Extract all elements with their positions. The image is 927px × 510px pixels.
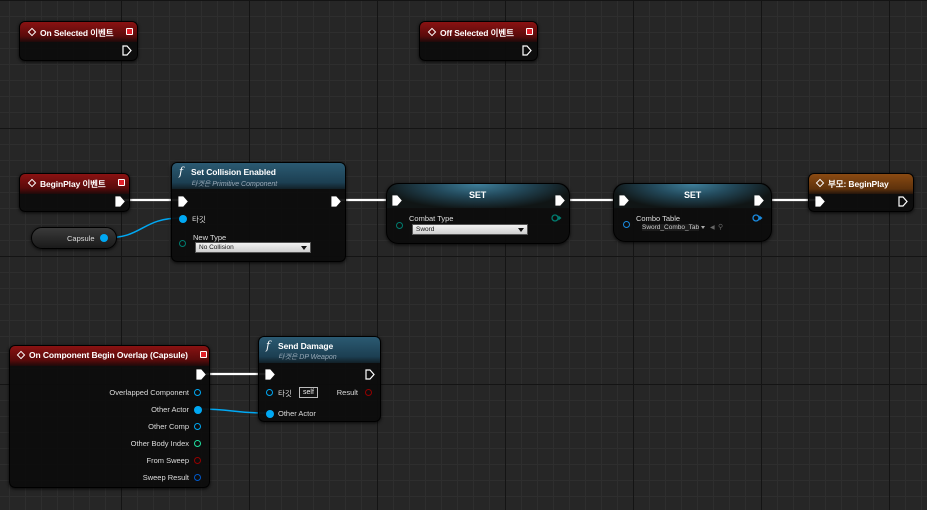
combo-table-in-pin[interactable] [623, 221, 630, 228]
other-body-index-label: Other Body Index [130, 439, 189, 448]
variable-label: Capsule [67, 234, 95, 243]
combat-type-dropdown[interactable]: Sword [412, 224, 528, 235]
other-actor-pin[interactable] [194, 406, 202, 414]
target-self-box[interactable]: self [299, 387, 318, 398]
other-actor-label: Other Actor [151, 405, 189, 414]
delegate-pin-icon[interactable] [126, 28, 133, 35]
sweep-result-pin[interactable] [194, 474, 201, 481]
result-label: Result [336, 388, 358, 397]
parent-beginplay-node[interactable]: 부모: BeginPlay [808, 173, 914, 212]
exec-in-pin[interactable] [392, 195, 402, 206]
exec-out-pin[interactable] [122, 45, 132, 56]
node-title: SET [469, 190, 487, 200]
exec-out-pin[interactable] [196, 369, 206, 380]
beginplay-event-node[interactable]: BeginPlay 이벤트 [19, 173, 130, 212]
set-combat-type-node[interactable]: SET Combat Type Sword [386, 183, 570, 244]
off-selected-event-node[interactable]: Off Selected 이벤트 [419, 21, 538, 61]
combat-type-value: Sword [416, 226, 435, 233]
exec-in-pin[interactable] [815, 196, 825, 207]
on-component-begin-overlap-node[interactable]: On Component Begin Overlap (Capsule) Ove… [9, 345, 210, 488]
exec-out-pin[interactable] [555, 195, 565, 206]
new-type-pin[interactable] [179, 240, 186, 247]
node-title: On Component Begin Overlap (Capsule) [29, 350, 188, 360]
function-icon: f [179, 165, 184, 178]
exec-in-pin[interactable] [265, 369, 275, 380]
combo-table-out-pin[interactable] [752, 214, 764, 222]
node-title: Send Damage [278, 341, 334, 351]
exec-out-pin[interactable] [331, 196, 341, 207]
other-actor-label: Other Actor [278, 409, 316, 418]
target-label: 타깃 [192, 215, 206, 224]
new-type-dropdown[interactable]: No Collision [195, 242, 311, 253]
node-title: On Selected 이벤트 [40, 28, 114, 38]
new-type-value: No Collision [199, 244, 234, 251]
function-icon: f [266, 339, 271, 352]
node-title: Set Collision Enabled [191, 167, 276, 177]
other-comp-pin[interactable] [194, 423, 201, 430]
node-title: SET [684, 190, 702, 200]
other-actor-pin[interactable] [266, 410, 274, 418]
exec-out-pin[interactable] [115, 196, 125, 207]
from-sweep-pin[interactable] [194, 457, 201, 464]
chevron-down-icon [518, 228, 524, 232]
capsule-variable-node[interactable]: Capsule [31, 227, 117, 249]
exec-out-pin[interactable] [365, 369, 375, 380]
use-selected-icon[interactable]: ◀ [710, 224, 715, 231]
new-type-label: New Type [193, 233, 227, 242]
sweep-result-label: Sweep Result [142, 473, 189, 482]
target-label: 타깃 [278, 389, 292, 398]
set-combo-table-node[interactable]: SET Combo Table Sword_Combo_Tab ◀ ⚲ [613, 183, 772, 242]
overlapped-component-pin[interactable] [194, 389, 201, 396]
browse-icon[interactable]: ⚲ [718, 223, 723, 231]
combat-type-in-pin[interactable] [396, 222, 403, 229]
combat-type-label: Combat Type [409, 214, 454, 223]
node-subtitle: 타겟은 Primitive Component [191, 181, 278, 188]
from-sweep-label: From Sweep [146, 456, 189, 465]
chevron-down-icon [301, 246, 307, 250]
send-damage-node[interactable]: f Send Damage 타겟은 DP Weapon 타깃 self Resu… [258, 336, 381, 422]
exec-in-pin[interactable] [619, 195, 629, 206]
node-title: 부모: BeginPlay [828, 179, 889, 189]
combo-table-dropdown-arrow[interactable] [701, 226, 705, 229]
delegate-pin-icon[interactable] [200, 351, 207, 358]
combo-table-label: Combo Table [636, 214, 681, 223]
overlapped-component-label: Overlapped Component [109, 388, 189, 397]
target-pin[interactable] [179, 215, 187, 223]
delegate-pin-icon[interactable] [118, 179, 125, 186]
other-body-index-pin[interactable] [194, 440, 201, 447]
delegate-pin-icon[interactable] [526, 28, 533, 35]
object-out-pin[interactable] [100, 234, 108, 242]
target-pin[interactable] [266, 389, 273, 396]
combat-type-out-pin[interactable] [551, 214, 563, 222]
node-subtitle: 타겟은 DP Weapon [278, 354, 337, 361]
exec-out-pin[interactable] [754, 195, 764, 206]
exec-in-pin[interactable] [178, 196, 188, 207]
node-title: BeginPlay 이벤트 [40, 179, 106, 189]
result-pin[interactable] [365, 389, 372, 396]
on-selected-event-node[interactable]: On Selected 이벤트 [19, 21, 138, 61]
exec-out-pin[interactable] [522, 45, 532, 56]
node-title: Off Selected 이벤트 [440, 28, 514, 38]
other-comp-label: Other Comp [148, 422, 189, 431]
exec-out-pin[interactable] [898, 196, 908, 207]
set-collision-enabled-node[interactable]: f Set Collision Enabled 타겟은 Primitive Co… [171, 162, 346, 262]
combo-table-value[interactable]: Sword_Combo_Tab [642, 224, 699, 231]
